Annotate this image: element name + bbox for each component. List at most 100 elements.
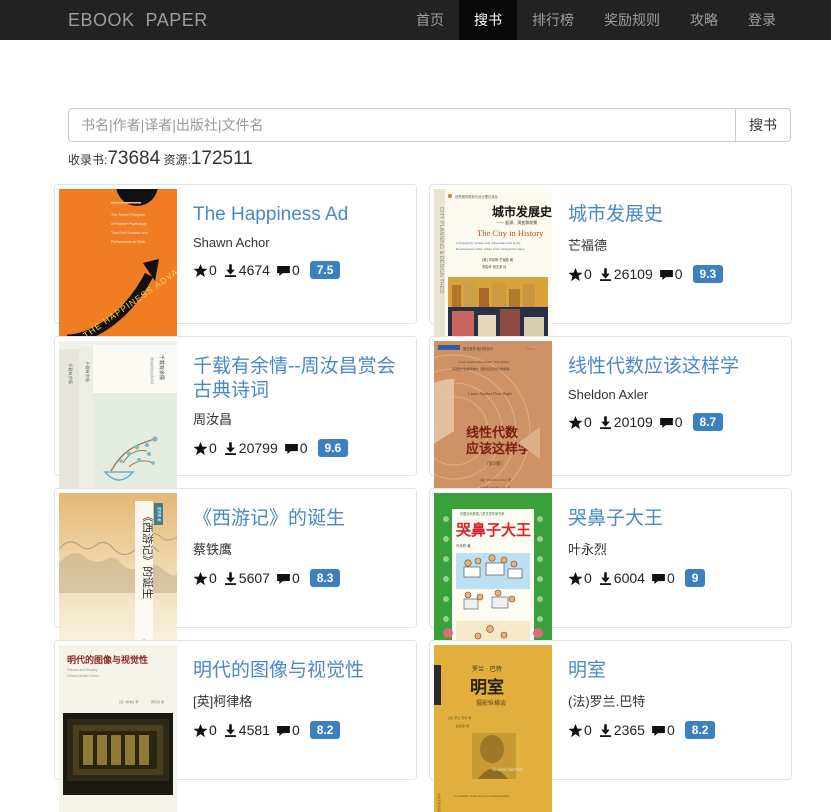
book-title-link[interactable]: 千载有余情--周汝昌赏会古典诗词 — [193, 355, 406, 403]
svg-text:哭鼻子大王: 哭鼻子大王 — [455, 521, 531, 539]
book-info: 千载有余情--周汝昌赏会古典诗词 周汝昌 0 20799 0 9.6 — [177, 337, 416, 475]
svg-text:[美] Sheldon Axler 著: [美] Sheldon Axler 著 — [480, 477, 511, 482]
book-title-link[interactable]: 哭鼻子大王 — [568, 507, 781, 531]
book-cover-image[interactable]: 罗兰 · 巴特 明室 摄影纵横谈 [法] 罗兰·巴特 著 赵克非 译 Rolan… — [434, 645, 552, 812]
svg-text:文化艺术出版社: 文化艺术出版社 — [437, 793, 442, 812]
download-count: 6004 — [613, 570, 645, 586]
svg-text:—— 起源、演变和前景: —— 起源、演变和前景 — [496, 219, 537, 225]
comment-count: 0 — [291, 262, 300, 278]
star-count: 0 — [584, 266, 592, 282]
nav-link-guide[interactable]: 攻略 — [675, 0, 733, 40]
svg-text:in Early Modern China: in Early Modern China — [67, 674, 99, 678]
svg-text:周汝昌赏会古典诗词: 周汝昌赏会古典诗词 — [150, 357, 155, 384]
book-cover-image[interactable]: CITY PLANNING & DESIGN THEO 世界城市规划与设计理论译… — [434, 189, 552, 356]
book-card[interactable]: 罗兰 · 巴特 明室 摄影纵横谈 [法] 罗兰·巴特 著 赵克非 译 Rolan… — [429, 640, 792, 812]
books-count-value: 73684 — [107, 148, 161, 169]
comment-metric: 0 — [276, 570, 300, 586]
star-count: 0 — [584, 414, 592, 430]
book-card[interactable]: 中国当代获奖儿童文学作家书系 哭鼻子大王 叶永烈 著 哭鼻子大王 叶永烈 0 6… — [429, 488, 792, 660]
resources-count-label: 资源: — [160, 153, 191, 167]
comment-metric: 0 — [284, 440, 308, 456]
star-count: 0 — [584, 570, 592, 586]
book-card[interactable]: The Seven Principles of Positive Psychol… — [54, 184, 417, 356]
svg-text:线性代数: 线性代数 — [466, 425, 519, 441]
nav-link-ranking[interactable]: 排行榜 — [517, 0, 589, 40]
book-cover-image[interactable]: 千载有余情 千载有余情 千载有余情 周汝昌赏会古典诗词 中华书局周汝昌 著 — [59, 341, 177, 508]
book-cover-image[interactable]: The Seven Principles of Positive Psychol… — [59, 189, 177, 356]
download-metric: 4581 — [223, 722, 270, 738]
book-card[interactable]: CITY PLANNING & DESIGN THEO 世界城市规划与设计理论译… — [429, 184, 792, 356]
book-title-link[interactable]: 明室 — [568, 659, 781, 683]
comment-count: 0 — [666, 570, 675, 586]
comment-count: 0 — [666, 722, 675, 738]
svg-text:[美] 刘易斯·芒福德 著: [美] 刘易斯·芒福德 著 — [482, 257, 513, 262]
svg-text:蔡铁鹰 著: 蔡铁鹰 著 — [157, 507, 162, 522]
book-title-link[interactable]: 《西游记》的诞生 — [193, 507, 406, 531]
svg-text:Linear Algebra Done Right: Linear Algebra Done Right — [468, 391, 513, 396]
book-title-link[interactable]: The Happiness Ad — [193, 203, 406, 227]
book-cover-image[interactable]: 图灵数学·统计学丛书 Turing Linear Algebra Done Ri… — [434, 341, 552, 508]
svg-text:[法] 罗兰·巴特 著: [法] 罗兰·巴特 著 — [448, 715, 471, 720]
star-count: 0 — [209, 262, 217, 278]
star-metric: 0 — [568, 266, 592, 282]
book-cover-image[interactable]: 明代的图像与视觉性 Pictures and Visuality in Earl… — [59, 645, 177, 812]
nav-link-home[interactable]: 首页 — [401, 0, 459, 40]
nav-link-search[interactable]: 搜书 — [459, 0, 517, 40]
book-info: 《西游记》的诞生 蔡铁鹰 0 5607 0 8.3 — [177, 489, 416, 627]
svg-text:千载有余情: 千载有余情 — [158, 355, 165, 380]
star-icon — [193, 571, 208, 586]
star-count: 0 — [209, 570, 217, 586]
book-title-link[interactable]: 线性代数应该这样学 — [568, 355, 781, 379]
page-content: 搜书 收录书:73684 资源:172511 The Seven Princip… — [0, 108, 831, 812]
svg-text:千载有余情: 千载有余情 — [67, 363, 74, 384]
comment-icon — [276, 263, 291, 278]
book-author: Sheldon Axler — [568, 387, 649, 402]
rating-badge: 9 — [684, 569, 706, 587]
book-card[interactable]: 图灵数学·统计学丛书 Turing Linear Algebra Done Ri… — [429, 336, 792, 508]
svg-text:Turing: Turing — [526, 347, 535, 351]
nav-link-reward-rules[interactable]: 奖励规则 — [589, 0, 675, 40]
book-author: 叶永烈 — [568, 542, 608, 557]
svg-text:罗兰 · 巴特: 罗兰 · 巴特 — [472, 665, 502, 673]
svg-text:千载有余情: 千载有余情 — [84, 361, 91, 382]
star-metric: 0 — [568, 570, 592, 586]
book-cover-image[interactable]: 蔡铁鹰 著 《西游记》的诞生 中华书局 — [59, 493, 177, 660]
book-info: 明代的图像与视觉性 [英]柯律格 0 4581 0 8.2 — [177, 641, 416, 779]
book-card[interactable]: 明代的图像与视觉性 Pictures and Visuality in Earl… — [54, 640, 417, 812]
download-count: 4674 — [238, 262, 270, 278]
svg-text:世界城市规划与设计理论译丛: 世界城市规划与设计理论译丛 — [455, 194, 499, 199]
svg-text:明室: 明室 — [470, 677, 504, 698]
star-metric: 0 — [193, 440, 217, 456]
book-author: [英]柯律格 — [193, 694, 253, 709]
star-icon — [568, 571, 583, 586]
rating-badge: 8.2 — [309, 721, 341, 739]
book-title-link[interactable]: 明代的图像与视觉性 — [193, 659, 406, 683]
download-icon — [598, 723, 613, 738]
book-metrics: 0 5607 0 8.3 — [193, 569, 406, 587]
nav-link-login[interactable]: 登录 — [733, 0, 791, 40]
rating-badge: 8.3 — [309, 569, 341, 587]
book-card[interactable]: 蔡铁鹰 著 《西游记》的诞生 中华书局 《西游记》的诞生蔡铁鹰0560708.3 — [54, 488, 417, 660]
download-count: 26109 — [613, 266, 653, 282]
download-count: 20799 — [238, 440, 278, 456]
svg-text:A Powerfully Incisive and Infl: A Powerfully Incisive and Influential Lo… — [456, 241, 521, 245]
download-count: 20109 — [613, 414, 653, 430]
top-navbar: EBOOK PAPER 首页 搜书 排行榜 奖励规则 攻略 登录 — [0, 0, 831, 40]
book-cover-image[interactable]: 中国当代获奖儿童文学作家书系 哭鼻子大王 叶永烈 著 — [434, 493, 552, 660]
download-metric: 5607 — [223, 570, 270, 586]
book-title-link[interactable]: 城市发展史 — [568, 203, 781, 227]
svg-text:[英] 柯律格 著: [英] 柯律格 著 — [119, 699, 138, 704]
comment-metric: 0 — [651, 570, 675, 586]
site-brand[interactable]: EBOOK PAPER — [0, 0, 223, 40]
comment-count: 0 — [291, 570, 300, 586]
book-info: The Happiness Ad Shawn Achor 0 4674 0 7.5 — [177, 185, 416, 323]
book-card[interactable]: 千载有余情 千载有余情 千载有余情 周汝昌赏会古典诗词 中华书局周汝昌 著 千载… — [54, 336, 417, 508]
book-info: 明室 (法)罗兰.巴特 0 2365 0 8.2 — [552, 641, 791, 779]
svg-text:That Fuel Success and: That Fuel Success and — [111, 231, 148, 235]
comment-icon — [651, 723, 666, 738]
download-icon — [598, 267, 613, 282]
search-input[interactable] — [68, 108, 735, 142]
search-button[interactable]: 搜书 — [735, 108, 791, 142]
svg-text:宋俊岭 倪文彦 译: 宋俊岭 倪文彦 译 — [482, 264, 507, 269]
svg-text:《西游记》的诞生: 《西游记》的诞生 — [141, 511, 155, 599]
